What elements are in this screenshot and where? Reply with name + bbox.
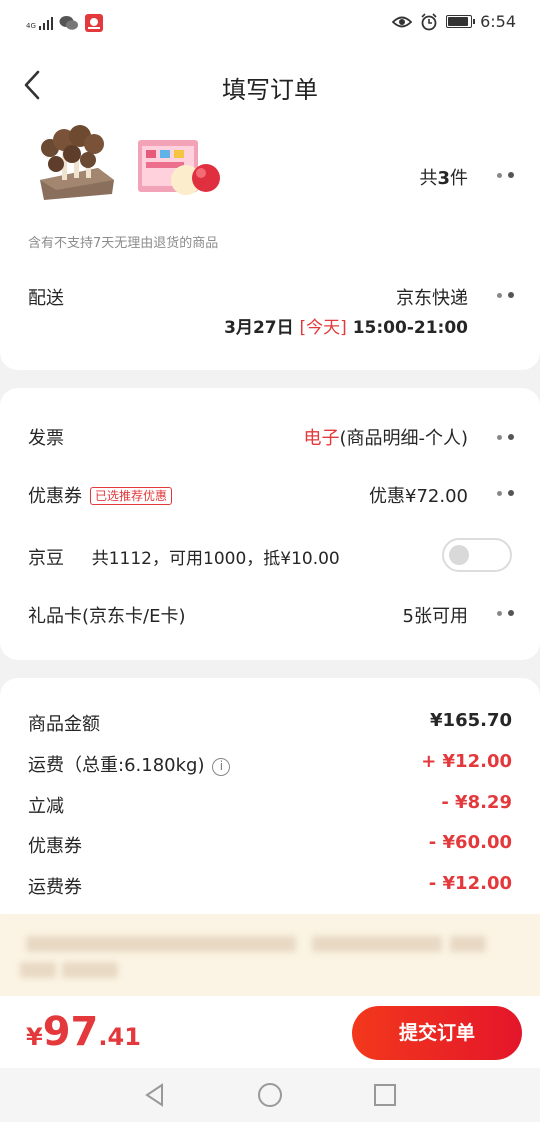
summary-row: 运费券 - ¥12.00 <box>28 873 512 898</box>
summary-row: 立减 - ¥8.29 <box>28 792 512 817</box>
jd-bean-row: 京豆 共1112，可用1000，抵¥10.00 <box>28 548 340 569</box>
delivery-label: 配送 <box>28 288 64 309</box>
battery-icon <box>446 15 476 28</box>
coupon-value[interactable]: 优惠¥72.00 <box>369 482 468 508</box>
status-left: 4G <box>26 14 103 32</box>
coupon-more-icon[interactable] <box>497 490 514 496</box>
alarm-icon <box>421 12 437 30</box>
status-right: 6:54 <box>392 12 516 31</box>
eye-icon <box>392 16 413 27</box>
giftcard-more-icon[interactable] <box>497 610 514 616</box>
summary-row: 商品金额 ¥165.70 <box>28 710 512 735</box>
item-count: 共3件 <box>419 168 468 189</box>
total-price: ¥ 97 .41 <box>26 1009 141 1055</box>
network-type: 4G <box>26 22 36 30</box>
delivery-more-icon[interactable] <box>497 292 514 298</box>
status-bar: 4G 6:54 <box>0 0 540 48</box>
price-summary-card: 商品金额 ¥165.70 运费（总重:6.180kg) i + ¥12.00 立减… <box>0 678 540 928</box>
invoice-label: 发票 <box>28 428 64 449</box>
invoice-more-icon[interactable] <box>497 434 514 440</box>
giftcard-label: 礼品卡(京东卡/E卡) <box>28 606 186 627</box>
wechat-icon <box>59 16 78 30</box>
system-nav-bar <box>0 1068 540 1122</box>
coupon-recommend-tag: 已选推荐优惠 <box>90 487 173 505</box>
nav-recents-icon[interactable] <box>372 1082 398 1108</box>
submit-order-button[interactable]: 提交订单 <box>352 1006 522 1060</box>
return-policy-notice: 含有不支持7天无理由退货的商品 <box>28 236 219 251</box>
jd-bean-info: 共1112，可用1000，抵¥10.00 <box>91 549 340 569</box>
nav-back-icon[interactable] <box>142 1082 168 1108</box>
more-dots-icon[interactable] <box>497 172 514 178</box>
blurred-notice-banner <box>0 914 540 996</box>
info-icon[interactable]: i <box>212 758 231 776</box>
giftcard-value[interactable]: 5张可用 <box>403 602 468 628</box>
coupon-row-label: 优惠券 已选推荐优惠 <box>28 482 173 508</box>
summary-row-shipping: 运费（总重:6.180kg) i + ¥12.00 <box>28 751 512 776</box>
delivery-time[interactable]: 3月27日 [今天] 15:00-21:00 <box>224 313 468 338</box>
signal-icon: 4G <box>26 16 53 30</box>
nav-home-icon[interactable] <box>257 1082 283 1108</box>
apple-gift-box-image[interactable] <box>134 136 224 200</box>
clock: 6:54 <box>480 12 516 31</box>
invoice-value[interactable]: 电子(商品明细-个人) <box>303 424 468 450</box>
summary-row: 优惠券 - ¥60.00 <box>28 832 512 857</box>
delivery-company[interactable]: 京东快递 <box>396 284 468 310</box>
mushroom-product-image[interactable] <box>28 120 118 202</box>
app-notification-icon <box>84 14 103 32</box>
jd-bean-toggle[interactable] <box>442 538 512 572</box>
benefits-card: 发票 电子(商品明细-个人) 优惠券 已选推荐优惠 优惠¥72.00 京豆 共11… <box>0 388 540 660</box>
checkout-bar: ¥ 97 .41 提交订单 <box>0 996 540 1068</box>
order-items-card[interactable]: 共3件 含有不支持7天无理由退货的商品 配送 京东快递 3月27日 [今天] 1… <box>0 100 540 370</box>
